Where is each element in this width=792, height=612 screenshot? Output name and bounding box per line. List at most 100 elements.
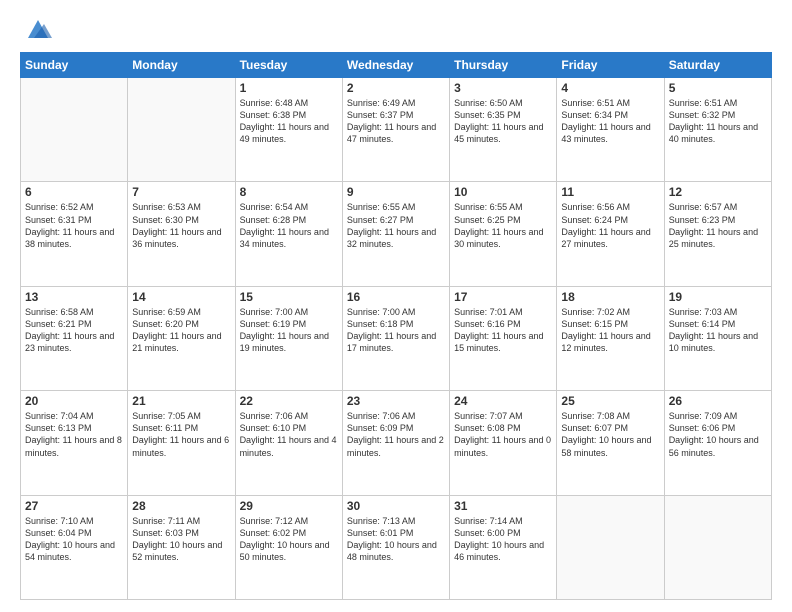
day-cell: 27 Sunrise: 7:10 AMSunset: 6:04 PMDayligh… bbox=[21, 495, 128, 599]
day-number: 12 bbox=[669, 185, 767, 199]
day-cell: 15 Sunrise: 7:00 AMSunset: 6:19 PMDayligh… bbox=[235, 286, 342, 390]
day-cell: 28Sunrise: 7:11 AMSunset: 6:03 PMDayligh… bbox=[128, 495, 235, 599]
cell-info: Sunrise: 6:53 AMSunset: 6:30 PMDaylight:… bbox=[132, 201, 230, 250]
day-number: 15 bbox=[240, 290, 338, 304]
header bbox=[20, 16, 772, 44]
day-number: 21 bbox=[132, 394, 230, 408]
cell-info: Sunrise: 7:04 AMSunset: 6:13 PMDaylight:… bbox=[25, 410, 123, 459]
cell-info: Sunrise: 6:50 AMSunset: 6:35 PMDaylight:… bbox=[454, 97, 552, 146]
day-number: 17 bbox=[454, 290, 552, 304]
day-cell: 5 Sunrise: 6:51 AMSunset: 6:32 PMDaylight… bbox=[664, 78, 771, 182]
week-row: 13Sunrise: 6:58 AMSunset: 6:21 PMDayligh… bbox=[21, 286, 772, 390]
day-number: 24 bbox=[454, 394, 552, 408]
cell-info: Sunrise: 6:55 AMSunset: 6:25 PMDaylight:… bbox=[454, 201, 552, 250]
header-cell: Friday bbox=[557, 53, 664, 78]
day-cell: 30Sunrise: 7:13 AMSunset: 6:01 PMDayligh… bbox=[342, 495, 449, 599]
header-cell: Monday bbox=[128, 53, 235, 78]
cell-info: Sunrise: 7:05 AMSunset: 6:11 PMDaylight:… bbox=[132, 410, 230, 459]
day-number: 22 bbox=[240, 394, 338, 408]
day-number: 31 bbox=[454, 499, 552, 513]
header-cell: Saturday bbox=[664, 53, 771, 78]
day-number: 8 bbox=[240, 185, 338, 199]
cell-info: Sunrise: 7:06 AMSunset: 6:09 PMDaylight:… bbox=[347, 410, 445, 459]
week-row: 27 Sunrise: 7:10 AMSunset: 6:04 PMDayligh… bbox=[21, 495, 772, 599]
cell-info: Sunrise: 6:48 AMSunset: 6:38 PMDaylight:… bbox=[240, 97, 338, 146]
day-number: 9 bbox=[347, 185, 445, 199]
day-cell: 22 Sunrise: 7:06 AMSunset: 6:10 PMDayligh… bbox=[235, 391, 342, 495]
day-cell: 3Sunrise: 6:50 AMSunset: 6:35 PMDaylight… bbox=[450, 78, 557, 182]
cell-info: Sunrise: 7:14 AMSunset: 6:00 PMDaylight:… bbox=[454, 515, 552, 564]
cell-info: Sunrise: 6:54 AMSunset: 6:28 PMDaylight:… bbox=[240, 201, 338, 250]
day-cell: 1 Sunrise: 6:48 AMSunset: 6:38 PMDaylight… bbox=[235, 78, 342, 182]
cell-info: Sunrise: 7:07 AMSunset: 6:08 PMDaylight:… bbox=[454, 410, 552, 459]
week-row: 6Sunrise: 6:52 AMSunset: 6:31 PMDaylight… bbox=[21, 182, 772, 286]
page: SundayMondayTuesdayWednesdayThursdayFrid… bbox=[0, 0, 792, 612]
header-cell: Tuesday bbox=[235, 53, 342, 78]
day-number: 14 bbox=[132, 290, 230, 304]
day-number: 18 bbox=[561, 290, 659, 304]
day-number: 23 bbox=[347, 394, 445, 408]
day-cell: 26 Sunrise: 7:09 AMSunset: 6:06 PMDayligh… bbox=[664, 391, 771, 495]
day-number: 19 bbox=[669, 290, 767, 304]
day-cell: 12 Sunrise: 6:57 AMSunset: 6:23 PMDayligh… bbox=[664, 182, 771, 286]
day-number: 20 bbox=[25, 394, 123, 408]
logo-icon bbox=[24, 16, 52, 44]
cell-info: Sunrise: 6:58 AMSunset: 6:21 PMDaylight:… bbox=[25, 306, 123, 355]
cell-info: Sunrise: 6:51 AMSunset: 6:32 PMDaylight:… bbox=[669, 97, 767, 146]
cell-info: Sunrise: 7:01 AMSunset: 6:16 PMDaylight:… bbox=[454, 306, 552, 355]
day-cell bbox=[664, 495, 771, 599]
logo bbox=[20, 16, 52, 44]
day-cell: 23 Sunrise: 7:06 AMSunset: 6:09 PMDayligh… bbox=[342, 391, 449, 495]
day-cell bbox=[128, 78, 235, 182]
day-cell: 21 Sunrise: 7:05 AMSunset: 6:11 PMDayligh… bbox=[128, 391, 235, 495]
day-cell bbox=[557, 495, 664, 599]
cell-info: Sunrise: 6:56 AMSunset: 6:24 PMDaylight:… bbox=[561, 201, 659, 250]
day-cell: 13Sunrise: 6:58 AMSunset: 6:21 PMDayligh… bbox=[21, 286, 128, 390]
cell-info: Sunrise: 7:06 AMSunset: 6:10 PMDaylight:… bbox=[240, 410, 338, 459]
header-cell: Thursday bbox=[450, 53, 557, 78]
cell-info: Sunrise: 6:55 AMSunset: 6:27 PMDaylight:… bbox=[347, 201, 445, 250]
day-cell: 4 Sunrise: 6:51 AMSunset: 6:34 PMDaylight… bbox=[557, 78, 664, 182]
day-cell: 11 Sunrise: 6:56 AMSunset: 6:24 PMDayligh… bbox=[557, 182, 664, 286]
day-number: 6 bbox=[25, 185, 123, 199]
cell-info: Sunrise: 7:00 AMSunset: 6:19 PMDaylight:… bbox=[240, 306, 338, 355]
day-cell: 17 Sunrise: 7:01 AMSunset: 6:16 PMDayligh… bbox=[450, 286, 557, 390]
day-cell: 14Sunrise: 6:59 AMSunset: 6:20 PMDayligh… bbox=[128, 286, 235, 390]
day-number: 29 bbox=[240, 499, 338, 513]
day-cell: 25 Sunrise: 7:08 AMSunset: 6:07 PMDayligh… bbox=[557, 391, 664, 495]
day-cell: 19Sunrise: 7:03 AMSunset: 6:14 PMDayligh… bbox=[664, 286, 771, 390]
day-number: 26 bbox=[669, 394, 767, 408]
day-number: 1 bbox=[240, 81, 338, 95]
day-cell: 31 Sunrise: 7:14 AMSunset: 6:00 PMDayligh… bbox=[450, 495, 557, 599]
day-cell: 8 Sunrise: 6:54 AMSunset: 6:28 PMDaylight… bbox=[235, 182, 342, 286]
day-cell: 18 Sunrise: 7:02 AMSunset: 6:15 PMDayligh… bbox=[557, 286, 664, 390]
day-number: 11 bbox=[561, 185, 659, 199]
cell-info: Sunrise: 7:08 AMSunset: 6:07 PMDaylight:… bbox=[561, 410, 659, 459]
day-number: 5 bbox=[669, 81, 767, 95]
cell-info: Sunrise: 7:00 AMSunset: 6:18 PMDaylight:… bbox=[347, 306, 445, 355]
day-number: 27 bbox=[25, 499, 123, 513]
header-cell: Wednesday bbox=[342, 53, 449, 78]
day-number: 2 bbox=[347, 81, 445, 95]
calendar: SundayMondayTuesdayWednesdayThursdayFrid… bbox=[20, 52, 772, 600]
cell-info: Sunrise: 7:10 AMSunset: 6:04 PMDaylight:… bbox=[25, 515, 123, 564]
day-cell: 6Sunrise: 6:52 AMSunset: 6:31 PMDaylight… bbox=[21, 182, 128, 286]
cell-info: Sunrise: 7:09 AMSunset: 6:06 PMDaylight:… bbox=[669, 410, 767, 459]
cell-info: Sunrise: 6:51 AMSunset: 6:34 PMDaylight:… bbox=[561, 97, 659, 146]
cell-info: Sunrise: 7:12 AMSunset: 6:02 PMDaylight:… bbox=[240, 515, 338, 564]
day-cell: 10 Sunrise: 6:55 AMSunset: 6:25 PMDayligh… bbox=[450, 182, 557, 286]
cell-info: Sunrise: 7:02 AMSunset: 6:15 PMDaylight:… bbox=[561, 306, 659, 355]
day-number: 30 bbox=[347, 499, 445, 513]
header-row: SundayMondayTuesdayWednesdayThursdayFrid… bbox=[21, 53, 772, 78]
day-number: 4 bbox=[561, 81, 659, 95]
day-number: 28 bbox=[132, 499, 230, 513]
cell-info: Sunrise: 6:57 AMSunset: 6:23 PMDaylight:… bbox=[669, 201, 767, 250]
day-cell: 29 Sunrise: 7:12 AMSunset: 6:02 PMDayligh… bbox=[235, 495, 342, 599]
day-cell: 7Sunrise: 6:53 AMSunset: 6:30 PMDaylight… bbox=[128, 182, 235, 286]
week-row: 1 Sunrise: 6:48 AMSunset: 6:38 PMDaylight… bbox=[21, 78, 772, 182]
day-cell: 9 Sunrise: 6:55 AMSunset: 6:27 PMDaylight… bbox=[342, 182, 449, 286]
week-row: 20 Sunrise: 7:04 AMSunset: 6:13 PMDayligh… bbox=[21, 391, 772, 495]
day-cell: 2Sunrise: 6:49 AMSunset: 6:37 PMDaylight… bbox=[342, 78, 449, 182]
day-number: 10 bbox=[454, 185, 552, 199]
day-number: 25 bbox=[561, 394, 659, 408]
